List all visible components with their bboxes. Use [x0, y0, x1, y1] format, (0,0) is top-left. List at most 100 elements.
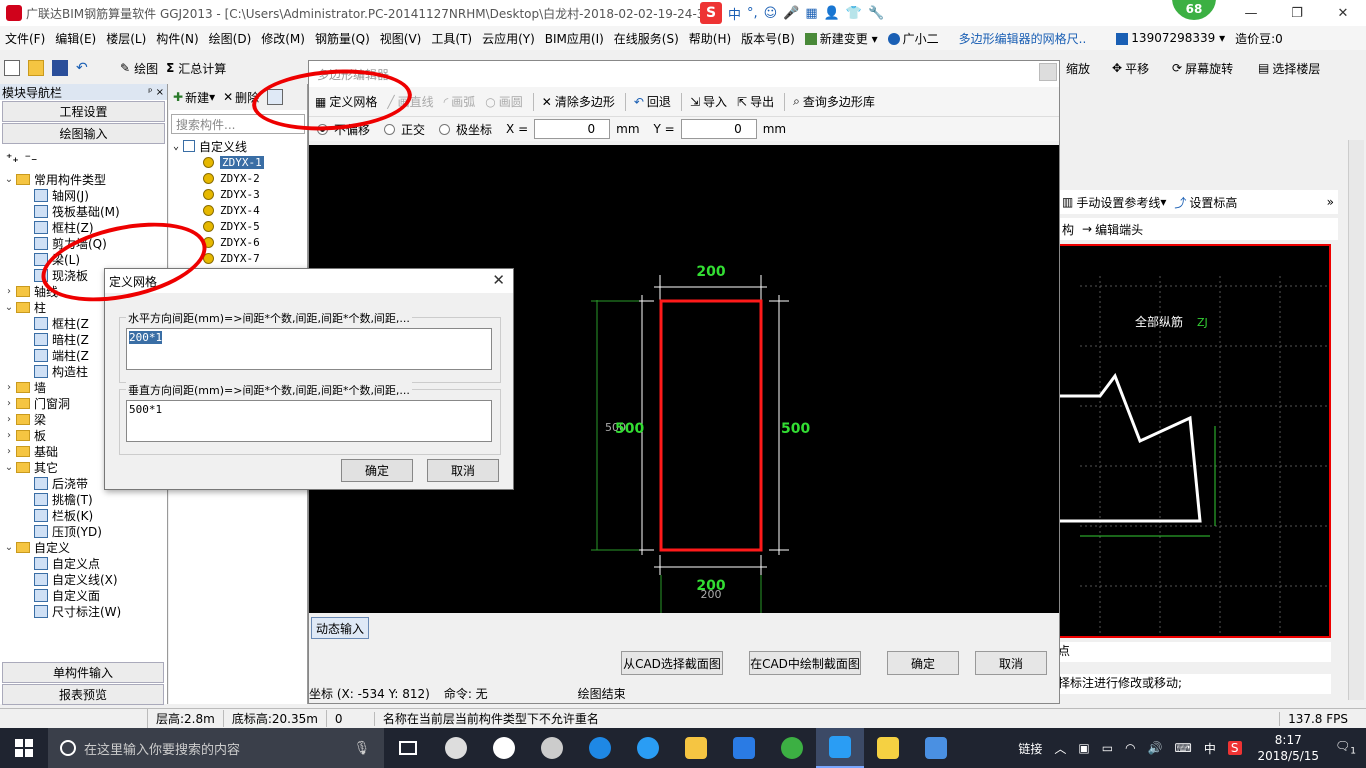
microphone-icon[interactable]: 🎙 [353, 741, 370, 756]
menu-tools[interactable]: 工具(T) [426, 30, 477, 47]
tab-single-component[interactable]: 单构件输入 [2, 662, 164, 683]
dialog-close-icon[interactable]: ✕ [492, 271, 505, 289]
menu-rebar[interactable]: 钢筋量(Q) [310, 30, 375, 47]
sidebar-tree-item[interactable]: 自定义线(X) [4, 571, 167, 587]
import-button[interactable]: ⇲ 导入 [690, 93, 727, 110]
taskbar-app-ie[interactable] [624, 728, 672, 768]
component-list-item[interactable]: ZDYX-5 [169, 218, 307, 234]
cad-draw-section-button[interactable]: 在CAD中绘制截面图 [749, 651, 861, 675]
chevron-down-icon[interactable]: ⌄ [4, 174, 14, 185]
ime-voice-icon[interactable]: 🎤 [783, 6, 799, 21]
toolbar-overflow-icon[interactable]: » [1327, 195, 1334, 209]
chevron-right-icon[interactable]: › [4, 446, 14, 457]
chevron-down-icon[interactable]: ⌄ [4, 462, 14, 473]
dynamic-input-toggle[interactable]: 动态输入 [311, 617, 369, 639]
delete-component-button[interactable]: ✕ 删除 [219, 89, 263, 106]
menu-cloud[interactable]: 云应用(Y) [477, 30, 540, 47]
component-list-item[interactable]: ZDYX-3 [169, 186, 307, 202]
sidebar-tree-item[interactable]: 轴网(J) [4, 187, 167, 203]
pin-close-icon[interactable]: ᵖ × [148, 87, 164, 98]
account-phone[interactable]: 13907298339 ▾ [1111, 31, 1230, 45]
draw-arc-button[interactable]: ◜ 画弧 [444, 93, 476, 110]
chevron-right-icon[interactable]: › [4, 398, 14, 409]
wifi-icon[interactable]: ◠ [1125, 741, 1135, 755]
chevron-right-icon[interactable]: › [4, 382, 14, 393]
ime-keyboard-icon[interactable]: ▦ [805, 6, 817, 21]
polygon-editor-close-button[interactable] [1039, 63, 1057, 81]
component-list-item[interactable]: ZDYX-1 [169, 154, 307, 170]
task-view-button[interactable] [384, 728, 432, 768]
sidebar-tree-item[interactable]: 梁(L) [4, 251, 167, 267]
pan-button[interactable]: ✥ 平移 [1108, 60, 1153, 77]
menu-floor[interactable]: 楼层(L) [101, 30, 151, 47]
select-floor-button[interactable]: ▤ 选择楼层 [1254, 60, 1324, 77]
ime-user-icon[interactable]: 👤 [824, 6, 840, 21]
tab-report-preview[interactable]: 报表预览 [2, 684, 164, 705]
taskbar-app-spiral[interactable] [528, 728, 576, 768]
ime-chinese-toggle[interactable]: 中 [728, 4, 741, 23]
horizontal-spacing-input[interactable]: 200*1 [126, 328, 492, 370]
ime-skin-icon[interactable]: 👕 [846, 6, 862, 21]
taskbar-app-360[interactable] [768, 728, 816, 768]
menu-bim[interactable]: BIM应用(I) [540, 30, 609, 47]
grid-ok-button[interactable]: 确定 [341, 459, 413, 482]
ime-settings-icon[interactable]: 🔧 [868, 6, 884, 21]
new-change-button[interactable]: 新建变更 ▾ [800, 30, 883, 47]
start-button[interactable] [0, 728, 48, 768]
save-icon[interactable] [52, 60, 68, 76]
taskbar-clock[interactable]: 8:17 2018/5/15 [1258, 732, 1320, 764]
editor-cancel-button[interactable]: 取消 [975, 651, 1047, 675]
edit-end-button[interactable]: → 编辑端头 [1078, 221, 1147, 238]
component-list-item[interactable]: ZDYX-4 [169, 202, 307, 218]
minimize-button[interactable]: — [1228, 0, 1274, 26]
sidebar-tree-item[interactable]: 剪力墙(Q) [4, 235, 167, 251]
component-root[interactable]: ⌄ 自定义线 [169, 138, 307, 154]
taskbar-app-explorer[interactable] [672, 728, 720, 768]
new-file-icon[interactable] [4, 60, 20, 76]
grid-cancel-button[interactable]: 取消 [427, 459, 499, 482]
taskbar-app-g[interactable] [720, 728, 768, 768]
open-folder-icon[interactable] [28, 60, 44, 76]
y-offset-input[interactable]: 0 [680, 119, 757, 139]
chevron-right-icon[interactable]: › [4, 286, 14, 297]
taskbar-app-fan[interactable] [432, 728, 480, 768]
component-list-item[interactable]: ZDYX-6 [169, 234, 307, 250]
zoom-button[interactable]: 缩放 [1062, 60, 1094, 77]
copy-icon[interactable] [267, 89, 284, 105]
draw-circle-button[interactable]: ○ 画圆 [485, 93, 523, 110]
menu-edit[interactable]: 编辑(E) [50, 30, 101, 47]
sidebar-tree-item[interactable]: 筏板基础(M) [4, 203, 167, 219]
expand-all-icon[interactable]: ⁺₊ [6, 151, 19, 165]
structure-button[interactable]: 构 [1058, 221, 1078, 238]
tray-app-icon[interactable]: ▣ [1078, 741, 1089, 755]
collapse-all-icon[interactable]: ⁻₋ [25, 151, 38, 165]
new-component-button[interactable]: ✚ 新建 ▾ [169, 89, 219, 106]
ime-emoji-icon[interactable]: ☺ [764, 6, 778, 21]
sum-button[interactable]: Σ 汇总计算 [162, 60, 230, 77]
notification-center-icon[interactable]: 🗨1 [1335, 739, 1356, 756]
menu-file[interactable]: 文件(F) [0, 30, 50, 47]
taskbar-app-ie-old[interactable] [480, 728, 528, 768]
menu-modify[interactable]: 修改(M) [256, 30, 310, 47]
taskbar-app-edge[interactable] [576, 728, 624, 768]
ime-punct-toggle[interactable]: °, [747, 6, 758, 21]
help-search-text[interactable]: 多边形编辑器的网格尺.. [954, 30, 1092, 47]
sidebar-tree-item[interactable]: 栏板(K) [4, 507, 167, 523]
menu-version[interactable]: 版本号(B) [736, 30, 800, 47]
sidebar-tree-item[interactable]: 尺寸标注(W) [4, 603, 167, 619]
undo-button[interactable]: ↶ 回退 [634, 93, 671, 110]
taskbar-app-ggj[interactable] [816, 728, 864, 768]
restore-button[interactable]: ❐ [1274, 0, 1320, 26]
export-button[interactable]: ⇱ 导出 [737, 93, 774, 110]
taskbar-search-box[interactable]: 在这里输入你要搜索的内容 🎙 [48, 728, 384, 768]
component-search-input[interactable]: 搜索构件... [171, 114, 305, 134]
component-list-item[interactable]: ZDYX-2 [169, 170, 307, 186]
tab-project-settings[interactable]: 工程设置 [2, 101, 165, 122]
sidebar-tree-item[interactable]: 自定义面 [4, 587, 167, 603]
menu-view[interactable]: 视图(V) [375, 30, 427, 47]
component-list-item[interactable]: ZDYX-7 [169, 250, 307, 266]
radio-ortho[interactable] [384, 123, 396, 135]
keyboard-icon[interactable]: ⌨ [1175, 741, 1192, 755]
query-polygon-lib-button[interactable]: ⌕ 查询多边形库 [793, 93, 875, 110]
rotate-button[interactable]: ⟳ 屏幕旋转 [1168, 60, 1237, 77]
